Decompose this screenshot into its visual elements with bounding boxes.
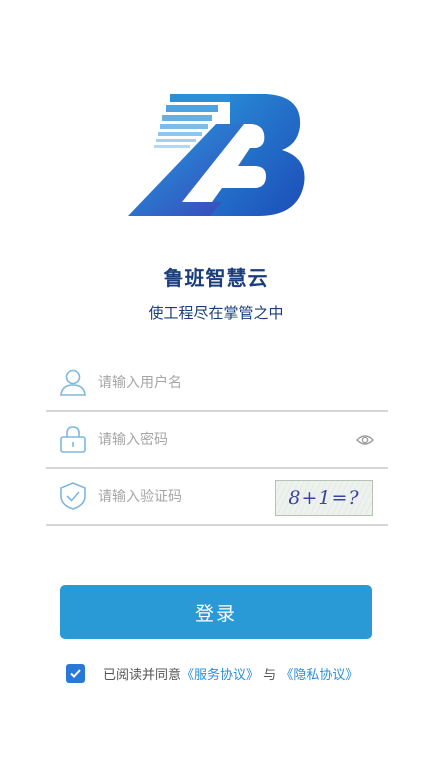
username-input[interactable]	[98, 368, 328, 398]
username-field-row	[46, 356, 388, 412]
lock-icon	[60, 426, 86, 453]
app-name: 鲁班智慧云	[163, 266, 269, 290]
login-button[interactable]: 登录	[60, 585, 372, 639]
privacy-agreement-link[interactable]: 《隐私协议》	[280, 668, 358, 683]
service-agreement-link[interactable]: 《服务协议》	[181, 668, 259, 683]
captcha-field-row: 8+1=?	[46, 470, 388, 526]
captcha-image[interactable]: 8+1=?	[275, 480, 373, 516]
agreement-conjunction: 与	[263, 667, 277, 683]
app-slogan: 使工程尽在掌管之中	[148, 304, 284, 322]
password-field-row	[46, 413, 388, 469]
user-icon	[60, 369, 86, 396]
agreement-row: 已阅读并同意《服务协议》 与 《隐私协议》	[66, 661, 358, 685]
eye-icon[interactable]	[356, 431, 374, 449]
agreement-text: 已阅读并同意《服务协议》 与 《隐私协议》	[103, 664, 358, 683]
shield-check-icon	[60, 482, 86, 510]
agreement-prefix: 已阅读并同意	[103, 667, 182, 683]
logo	[128, 94, 305, 216]
checkmark-icon	[70, 668, 81, 678]
password-input[interactable]	[98, 425, 328, 455]
agree-checkbox[interactable]	[66, 663, 85, 683]
